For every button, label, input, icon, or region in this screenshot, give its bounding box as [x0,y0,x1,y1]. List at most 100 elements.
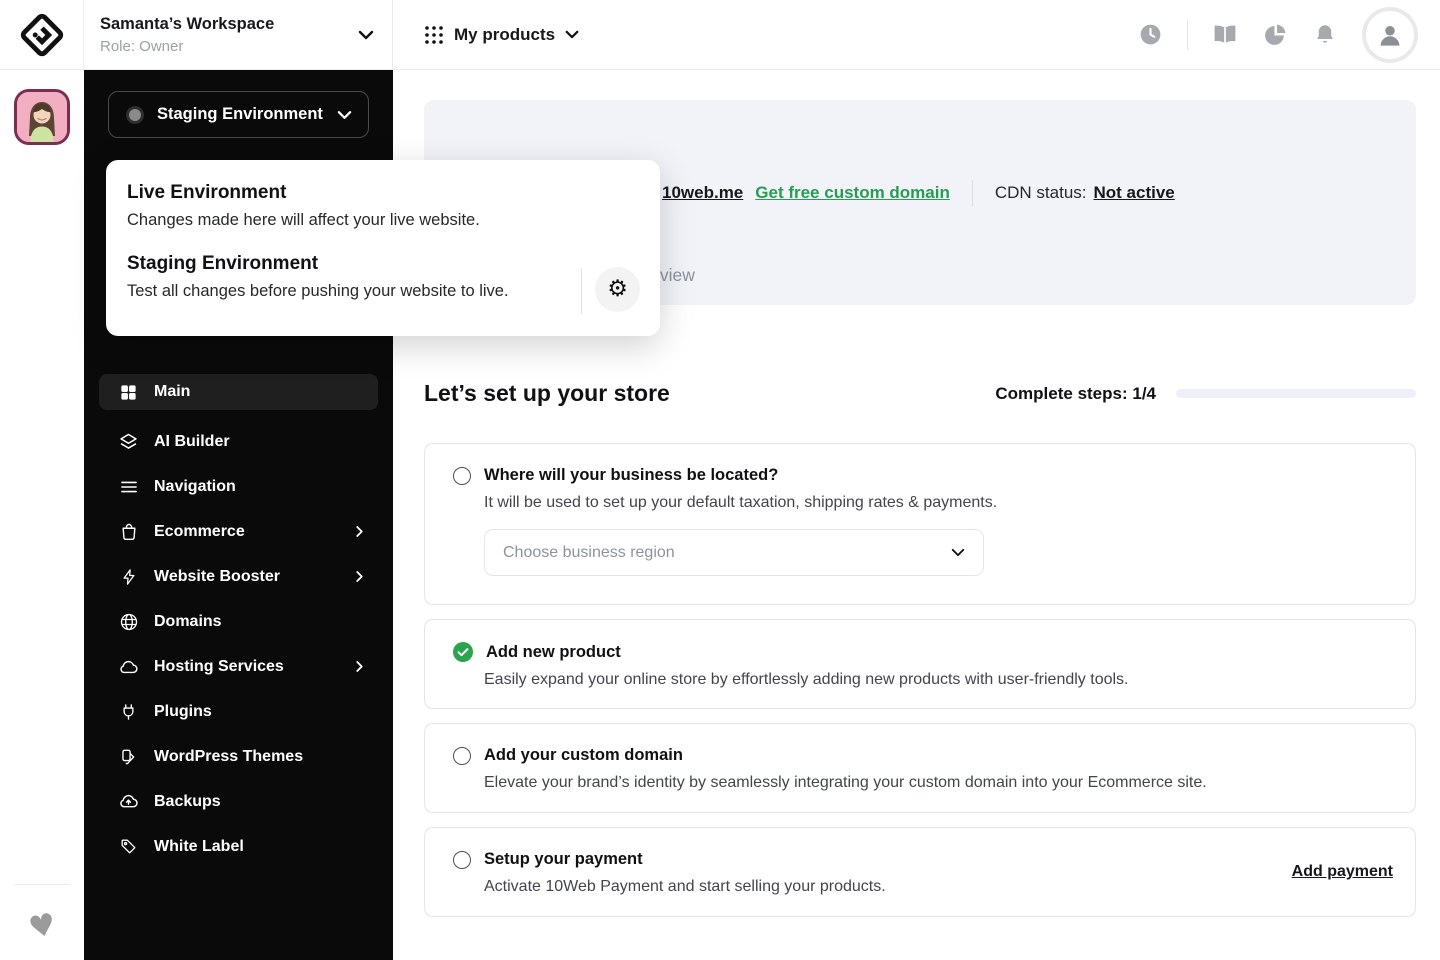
step-description: It will be used to set up your default t… [484,494,998,511]
sidebar-menu: Main AI Builder Navigation Ecommerce Web… [84,374,393,869]
step-card-business-location[interactable]: Where will your business be located? It … [424,443,1416,605]
chevron-right-icon [355,570,364,583]
sidebar-item-ai-builder[interactable]: AI Builder [99,419,378,464]
topbar-divider [1187,19,1188,50]
domain-row-divider [971,180,973,206]
sidebar-item-label: Ecommerce [154,522,245,540]
step-card-custom-domain[interactable]: Add your custom domain Elevate your bran… [424,723,1416,813]
live-environment-description: Changes made here will affect your live … [127,211,480,229]
chevron-down-icon [358,30,374,39]
globe-icon [118,611,139,632]
workspace-switcher[interactable]: Samanta’s Workspace Role: Owner [84,0,393,70]
sidebar-item-white-label[interactable]: White Label [99,824,378,869]
sidebar-item-domains[interactable]: Domains [99,599,378,644]
step-header: Add new product [453,642,1387,662]
rail-divider [14,884,70,885]
sidebar-item-main[interactable]: Main [99,374,378,410]
sidebar-item-label: Plugins [154,702,212,720]
dashboard-icon [118,382,139,403]
sidebar-item-hosting-services[interactable]: Hosting Services [99,644,378,689]
workspace-name: Samanta’s Workspace [100,15,275,34]
radio-unchecked-icon[interactable] [453,466,471,485]
menu-lines-icon [118,476,139,497]
radio-unchecked-icon[interactable] [453,850,471,869]
plug-icon [118,701,139,722]
popup-divider [581,268,582,314]
pie-chart-icon[interactable] [1262,22,1288,48]
sidebar-item-label: Main [154,383,191,400]
domain-row: 10web.me Get free custom domain CDN stat… [662,180,1175,206]
tag-icon [118,836,139,857]
user-icon [1380,25,1400,46]
add-payment-link[interactable]: Add payment [1292,863,1393,881]
setup-steps-list: Where will your business be located? It … [424,443,1416,931]
sidebar-item-wordpress-themes[interactable]: WordPress Themes [99,734,378,779]
cloud-icon [118,656,139,677]
my-products-label: My products [454,24,556,44]
sidebar-item-backups[interactable]: Backups [99,779,378,824]
user-profile-avatar[interactable] [14,89,70,145]
store-setup-title: Let’s set up your store [424,380,670,406]
step-card-add-product[interactable]: Add new product Easily expand your onlin… [424,619,1416,709]
tenweb-logo-icon [20,13,63,56]
environment-selector[interactable]: Staging Environment [108,91,369,138]
sidebar-item-label: AI Builder [154,432,230,450]
layers-icon [118,431,139,452]
sidebar-item-website-booster[interactable]: Website Booster [99,554,378,599]
step-title: Setup your payment [484,850,643,868]
chevron-down-icon [565,30,579,39]
chevron-down-icon [337,110,352,119]
sidebar-item-label: Website Booster [154,567,280,585]
cdn-status-label: CDN status: [994,183,1087,202]
book-icon[interactable] [1212,22,1238,48]
theme-brush-icon [118,746,139,767]
sidebar-item-navigation[interactable]: Navigation [99,464,378,509]
step-description: Easily expand your online store by effor… [484,671,1129,688]
sidebar-item-plugins[interactable]: Plugins [99,689,378,734]
live-environment-title[interactable]: Live Environment [127,182,660,204]
step-title: Where will your business be located? [484,466,779,484]
radio-unchecked-icon[interactable] [453,746,471,765]
grid-dots-icon [425,25,443,44]
clock-icon[interactable] [1137,22,1163,48]
sidebar-item-label: White Label [154,837,244,855]
gear-icon: ⚙ [607,276,628,302]
cloud-upload-icon [118,791,139,812]
step-card-setup-payment[interactable]: Setup your payment Activate 10Web Paymen… [424,827,1416,917]
bell-icon[interactable] [1312,22,1338,48]
cdn-status-value[interactable]: Not active [1094,183,1175,203]
left-rail: ♥ [0,70,84,960]
lightning-icon [118,566,139,587]
chevron-right-icon [355,525,364,538]
chevron-down-icon [951,548,965,557]
step-title: Add your custom domain [484,746,683,764]
shopping-bag-icon [118,521,139,542]
rail-footer: ♥ [0,884,84,947]
sidebar-item-label: Domains [154,612,222,630]
workspace-role: Role: Owner [100,37,184,55]
sidebar-item-label: Hosting Services [154,657,284,675]
site-domain-link[interactable]: 10web.me [662,183,743,203]
tenweb-logo[interactable] [0,0,84,70]
avatar-photo [17,92,67,142]
progress-label: Complete steps: 1/4 [995,383,1156,403]
select-placeholder: Choose business region [503,543,675,561]
my-products-menu[interactable]: My products [424,25,579,45]
environment-popup: Live Environment Changes made here will … [106,160,660,336]
top-bar: Samanta’s Workspace Role: Owner My produ… [0,0,1440,70]
environment-selector-label: Staging Environment [157,105,323,123]
step-header: Where will your business be located? [453,466,1387,485]
sidebar-item-label: Backups [154,792,221,810]
environment-settings-button[interactable]: ⚙ [595,267,640,312]
business-region-select[interactable]: Choose business region [484,529,984,576]
setup-progress: Complete steps: 1/4 [995,384,1416,404]
account-avatar-button[interactable] [1362,6,1418,63]
get-custom-domain-link[interactable]: Get free custom domain [755,183,950,203]
sidebar-item-ecommerce[interactable]: Ecommerce [99,509,378,554]
step-title: Add new product [486,642,621,661]
heart-icon[interactable]: ♥ [25,907,59,947]
sidebar-item-label: WordPress Themes [154,747,304,765]
store-setup-header: Let’s set up your store Complete steps: … [424,380,1416,407]
chevron-right-icon [355,660,364,673]
step-header: Add your custom domain [453,746,1387,765]
